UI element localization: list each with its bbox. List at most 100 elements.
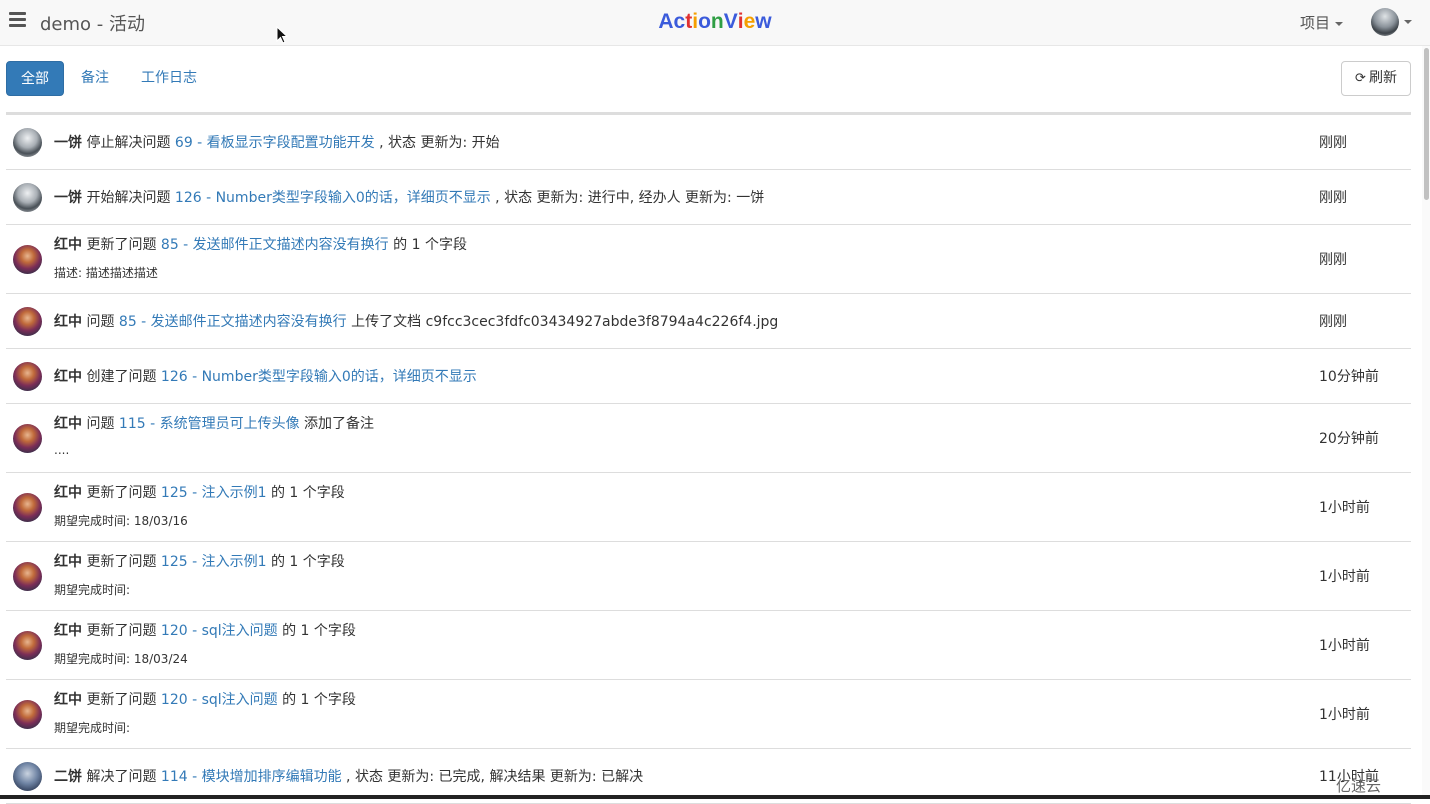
activity-user: 红中: [54, 314, 82, 330]
issue-link[interactable]: 120 - sql注入问题: [161, 623, 278, 639]
activity-user: 红中: [54, 554, 82, 570]
activity-summary: 红中 更新了问题 120 - sql注入问题 的 1 个字段: [54, 620, 356, 640]
activity-row: 一饼 停止解决问题 69 - 看板显示字段配置功能开发 , 状态 更新为: 开始…: [6, 115, 1411, 170]
avatar-icon: [1371, 8, 1399, 36]
activity-feed: 一饼 停止解决问题 69 - 看板显示字段配置功能开发 , 状态 更新为: 开始…: [6, 115, 1411, 804]
issue-link[interactable]: 126 - Number类型字段输入0的话，详细页不显示: [161, 369, 477, 385]
activity-time: 20分钟前: [1319, 431, 1379, 447]
activity-user: 红中: [54, 692, 82, 708]
activity-user: 红中: [54, 237, 82, 253]
activity-row: 红中 更新了问题 125 - 注入示例1 的 1 个字段 期望完成时间: 1小时前: [6, 542, 1411, 611]
activity-summary: 一饼 开始解决问题 126 - Number类型字段输入0的话，详细页不显示 ,…: [54, 187, 764, 207]
avatar: [13, 762, 42, 791]
watermark: 亿速云: [1336, 777, 1382, 795]
activity-summary: 红中 问题 85 - 发送邮件正文描述内容没有换行 上传了文档 c9fcc3ce…: [54, 311, 778, 331]
activity-row: 红中 创建了问题 126 - Number类型字段输入0的话，详细页不显示 10分…: [6, 349, 1411, 404]
activity-detail: 描述: 描述描述描述: [54, 266, 158, 280]
avatar: [13, 245, 42, 274]
activity-summary: 红中 创建了问题 126 - Number类型字段输入0的话，详细页不显示: [54, 366, 477, 386]
activity-user: 红中: [54, 485, 82, 501]
project-menu-label: 项目: [1300, 14, 1331, 32]
activity-summary: 红中 更新了问题 125 - 注入示例1 的 1 个字段: [54, 482, 345, 502]
issue-link[interactable]: 69 - 看板显示字段配置功能开发: [175, 135, 375, 151]
caret-down-icon: [1335, 21, 1344, 26]
activity-row: 一饼 开始解决问题 126 - Number类型字段输入0的话，详细页不显示 ,…: [6, 170, 1411, 225]
activity-summary: 红中 更新了问题 120 - sql注入问题 的 1 个字段: [54, 689, 356, 709]
activity-time: 1小时前: [1319, 707, 1370, 723]
activity-time: 1小时前: [1319, 638, 1370, 654]
activity-text: 创建了问题: [82, 369, 161, 385]
activity-time: 1小时前: [1319, 569, 1370, 585]
activity-text: 开始解决问题: [82, 190, 175, 206]
activity-detail: 期望完成时间:: [54, 721, 131, 735]
activity-text: 更新了问题: [82, 623, 161, 639]
activity-detail: 期望完成时间: 18/03/16: [54, 514, 188, 528]
issue-link[interactable]: 125 - 注入示例1: [161, 554, 267, 570]
activity-user: 红中: [54, 369, 82, 385]
activity-summary: 一饼 停止解决问题 69 - 看板显示字段配置功能开发 , 状态 更新为: 开始: [54, 132, 500, 152]
activity-summary: 红中 更新了问题 125 - 注入示例1 的 1 个字段: [54, 551, 345, 571]
issue-link[interactable]: 125 - 注入示例1: [161, 485, 267, 501]
issue-link[interactable]: 85 - 发送邮件正文描述内容没有换行: [161, 237, 389, 253]
activity-time: 1小时前: [1319, 500, 1370, 516]
activity-row: 红中 更新了问题 125 - 注入示例1 的 1 个字段期望完成时间: 18/0…: [6, 473, 1411, 542]
issue-link[interactable]: 126 - Number类型字段输入0的话，详细页不显示: [175, 190, 491, 206]
logo-letter: V: [723, 10, 738, 33]
logo-letter: t: [685, 10, 693, 33]
activity-user: 一饼: [54, 190, 82, 206]
project-menu[interactable]: 项目: [1300, 12, 1344, 33]
activity-text: 更新了问题: [82, 692, 161, 708]
activity-text: , 状态 更新为: 进行中, 经办人 更新为: 一饼: [490, 190, 765, 206]
activity-text: 的 1 个字段: [277, 623, 356, 639]
scrollbar-thumb[interactable]: [1424, 48, 1429, 200]
issue-link[interactable]: 120 - sql注入问题: [161, 692, 278, 708]
avatar: [13, 424, 42, 453]
activity-row: 红中 问题 85 - 发送邮件正文描述内容没有换行 上传了文档 c9fcc3ce…: [6, 294, 1411, 349]
activity-text: 问题: [82, 416, 119, 432]
avatar: [13, 307, 42, 336]
app-logo[interactable]: ActionView: [0, 10, 1430, 34]
activity-text: 解决了问题: [82, 769, 161, 785]
activity-time: 刚刚: [1319, 314, 1347, 330]
scrollbar[interactable]: [1422, 46, 1430, 799]
logo-letter: e: [743, 10, 756, 33]
logo-letter: n: [710, 10, 724, 33]
logo-letter: c: [673, 10, 686, 33]
avatar: [13, 183, 42, 212]
activity-detail: 期望完成时间: 18/03/24: [54, 652, 188, 666]
activity-time: 刚刚: [1319, 190, 1347, 206]
activity-text: 的 1 个字段: [266, 554, 345, 570]
refresh-icon: ⟳: [1355, 71, 1366, 86]
refresh-label: 刷新: [1368, 70, 1397, 86]
issue-link[interactable]: 85 - 发送邮件正文描述内容没有换行: [119, 314, 347, 330]
issue-link[interactable]: 114 - 模块增加排序编辑功能: [161, 769, 342, 785]
avatar: [13, 493, 42, 522]
refresh-button[interactable]: ⟳ 刷新: [1341, 61, 1411, 96]
avatar: [13, 562, 42, 591]
activity-user: 二饼: [54, 769, 82, 785]
user-menu[interactable]: [1371, 8, 1412, 38]
activity-time: 10分钟前: [1319, 369, 1379, 385]
activity-row: 红中 更新了问题 120 - sql注入问题 的 1 个字段期望完成时间: 1小时…: [6, 680, 1411, 749]
avatar: [13, 128, 42, 157]
activity-detail: ....: [54, 443, 70, 457]
avatar: [13, 631, 42, 660]
activity-row: 红中 更新了问题 120 - sql注入问题 的 1 个字段期望完成时间: 18…: [6, 611, 1411, 680]
logo-letter: o: [698, 10, 711, 33]
tab-comments[interactable]: 备注: [74, 61, 116, 96]
activity-summary: 红中 问题 115 - 系统管理员可上传头像 添加了备注: [54, 413, 374, 433]
activity-time: 刚刚: [1319, 135, 1347, 151]
tab-worklog[interactable]: 工作日志: [134, 61, 204, 96]
tab-all[interactable]: 全部: [6, 61, 64, 96]
activity-text: , 状态 更新为: 已完成, 解决结果 更新为: 已解决: [341, 769, 644, 785]
issue-link[interactable]: 115 - 系统管理员可上传头像: [119, 416, 300, 432]
caret-down-icon: [1404, 20, 1412, 24]
mouse-cursor-icon: [276, 26, 288, 44]
activity-text: 更新了问题: [82, 554, 161, 570]
activity-time: 刚刚: [1319, 252, 1347, 268]
top-navbar: demo - 活动 ActionView 项目: [0, 0, 1430, 46]
activity-text: , 状态 更新为: 开始: [374, 135, 500, 151]
activity-user: 红中: [54, 416, 82, 432]
activity-text: 更新了问题: [82, 485, 161, 501]
activity-text: 停止解决问题: [82, 135, 175, 151]
